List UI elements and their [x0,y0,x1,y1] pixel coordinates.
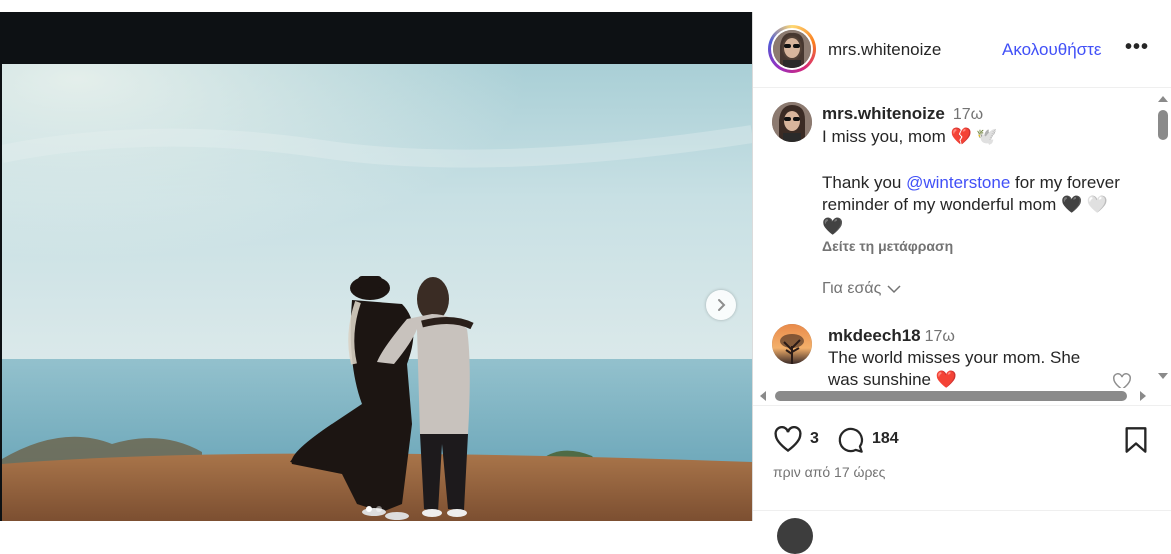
scroll-up-arrow-icon[interactable] [1155,92,1171,104]
heart-icon [774,425,802,453]
vertical-scrollbar[interactable] [1155,88,1171,388]
page-top-margin [0,0,1171,12]
carousel-dot-active [366,506,372,512]
comment-username[interactable]: mkdeech18 [828,326,921,345]
horizontal-scrollbar[interactable] [753,388,1155,404]
posted-time[interactable]: πριν από 17 ώρες [773,464,885,480]
chevron-down-icon [887,285,901,294]
caption-avatar[interactable] [772,102,812,142]
post-header: mrs.whitenoize Ακολουθήστε ••• [753,12,1171,88]
chevron-right-icon [718,299,726,311]
caption-line-1: I miss you, mom 💔 🕊️ [822,127,998,146]
caption-header: mrs.whitenoize 17ω [822,104,983,124]
carousel-dots [366,506,382,512]
post-details-panel: mrs.whitenoize Ακολουθήστε ••• mrs.white… [752,12,1171,554]
scroll-down-arrow-icon[interactable] [1155,370,1171,382]
likes-count[interactable]: 3 [810,430,819,448]
for-you-filter[interactable]: Για εσάς [822,280,901,298]
caption-time[interactable]: 17ω [953,106,983,123]
caption-thanks: Thank you @winterstone for my forever [822,172,1142,194]
next-slide-button[interactable] [706,290,736,320]
bookmark-icon [1125,427,1147,453]
more-options-button[interactable]: ••• [1125,36,1149,59]
comment-time[interactable]: 17ω [925,328,955,345]
like-button[interactable] [773,425,803,458]
caption-thanks-prefix: Thank you [822,173,907,192]
author-username[interactable]: mrs.whitenoize [828,40,941,60]
see-translation-button[interactable]: Δείτε τη μετάφραση [822,238,953,254]
scroll-left-arrow-icon[interactable] [757,388,769,404]
save-button[interactable] [1123,426,1149,459]
comment-text-line-2: was sunshine ❤️ [828,370,957,388]
comments-list[interactable]: mrs.whitenoize 17ω I miss you, mom 💔 🕊️ T… [753,88,1155,388]
carousel-dot [376,506,382,512]
caption-line-4: 🖤 [822,217,844,236]
caption-thanks-rest: for my forever [1010,173,1120,192]
mention-link[interactable]: @winterstone [906,173,1010,192]
comment-button[interactable] [835,426,865,459]
heart-icon [1113,373,1131,388]
post-photo[interactable] [2,64,752,521]
comments-count[interactable]: 184 [872,430,899,448]
comment-like-button[interactable] [1112,373,1132,388]
follow-button[interactable]: Ακολουθήστε [1002,40,1101,60]
current-user-avatar[interactable] [777,518,813,554]
caption-line-3: reminder of my wonderful mom 🖤 🤍 [822,195,1109,214]
scroll-right-arrow-icon[interactable] [1137,388,1149,404]
divider [753,510,1171,511]
post-media [0,12,752,521]
for-you-label[interactable]: Για εσάς [822,280,881,298]
media-top-bar [0,12,752,64]
caption-username[interactable]: mrs.whitenoize [822,104,945,123]
comment-header: mkdeech18 17ω [828,326,955,346]
author-avatar[interactable] [768,25,816,73]
post-actions: 3 184 πριν από 17 ώρες [753,405,1171,554]
horizontal-scroll-thumb[interactable] [775,391,1127,401]
commenter-avatar[interactable] [772,324,812,364]
comment-icon [838,427,864,453]
vertical-scroll-thumb[interactable] [1158,110,1168,140]
comment-text-line-1: The world misses your mom. She [828,348,1081,367]
